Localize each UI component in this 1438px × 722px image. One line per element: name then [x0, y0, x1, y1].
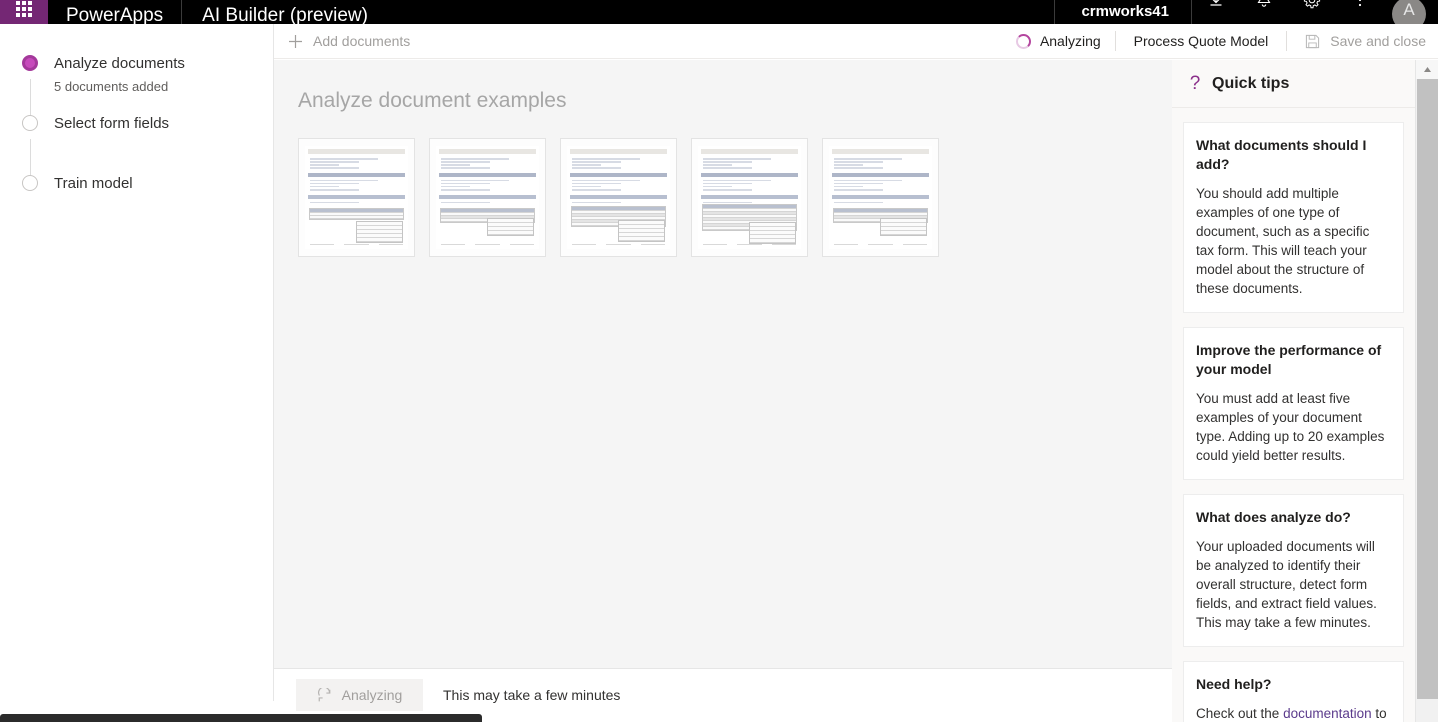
document-thumbnail-5[interactable] [822, 138, 939, 257]
document-preview [698, 146, 801, 249]
step-text: Select form fields [54, 114, 169, 133]
browser-download-shelf [0, 714, 482, 722]
document-thumbnail-list [274, 114, 1172, 257]
analyze-button[interactable]: Analyzing [296, 679, 423, 711]
save-disk-icon [1303, 34, 1321, 49]
wizard-sidebar: Analyze documents 5 documents added Sele… [0, 24, 274, 701]
refresh-icon [317, 687, 332, 703]
tip-body-after: to [1371, 706, 1387, 721]
wizard-step-analyze-documents[interactable]: Analyze documents 5 documents added [0, 54, 273, 114]
ellipsis-icon[interactable] [1336, 0, 1384, 24]
quick-tips-list: What documents should I add? You should … [1172, 108, 1415, 722]
analyzing-status: Analyzing [1004, 33, 1111, 49]
step-bullet-icon [22, 115, 40, 133]
tip-heading: Need help? [1196, 676, 1272, 692]
main-canvas: Analyze document examples [274, 60, 1172, 668]
download-icon[interactable] [1192, 0, 1240, 24]
waffle-grid [16, 1, 32, 17]
tip-body-before: Check out the [1196, 706, 1284, 721]
document-thumbnail-1[interactable] [298, 138, 415, 257]
suite-brand[interactable]: PowerApps [48, 6, 181, 25]
document-preview [436, 146, 539, 249]
question-mark-icon: ? [1189, 72, 1201, 94]
quick-tips-panel: ? Quick tips What documents should I add… [1172, 60, 1438, 722]
tip-heading: What documents should I add? [1196, 137, 1367, 172]
tip-card-what-does-analyze-do: What does analyze do? Your uploaded docu… [1183, 494, 1404, 647]
command-divider-2 [1286, 31, 1288, 51]
page-title: Analyze document examples [298, 89, 567, 112]
tip-body: You should add multiple examples of one … [1196, 186, 1370, 296]
avatar-initial: A [1403, 0, 1415, 19]
step-bullet-icon [22, 55, 40, 73]
spinner-icon [1015, 33, 1031, 49]
wizard-step-select-form-fields[interactable]: Select form fields [0, 114, 273, 174]
model-name-button[interactable]: Process Quote Model [1120, 33, 1283, 49]
command-divider-1 [1114, 31, 1116, 51]
avatar[interactable]: A [1392, 0, 1426, 24]
tip-heading: Improve the performance of your model [1196, 342, 1382, 377]
document-thumbnail-3[interactable] [560, 138, 677, 257]
tip-body: You must add at least five examples of y… [1196, 391, 1385, 463]
save-and-close-button[interactable]: Save and close [1291, 24, 1438, 58]
step-bullet-icon [22, 175, 40, 193]
tips-scrollbar[interactable] [1415, 60, 1438, 722]
environment-name[interactable]: crmworks41 [1055, 3, 1191, 21]
analyze-progress-note: This may take a few minutes [443, 687, 621, 703]
save-and-close-label: Save and close [1330, 33, 1426, 49]
step-title: Select form fields [54, 115, 170, 132]
step-text: Train model [54, 174, 133, 193]
analyzing-status-label: Analyzing [1039, 33, 1101, 49]
analyze-button-label: Analyzing [341, 687, 403, 703]
command-bar: Add documents Analyzing Process Quote Mo… [274, 24, 1438, 59]
step-title: Analyze documents [54, 55, 185, 72]
add-documents-label: Add documents [313, 33, 411, 49]
document-preview [829, 146, 932, 249]
step-text: Analyze documents 5 documents added [54, 54, 185, 95]
app-name[interactable]: AI Builder (preview) [182, 6, 388, 25]
tip-body: Your uploaded documents will be analyzed… [1196, 539, 1377, 630]
tip-card-need-help: Need help? Check out the documentation t… [1183, 661, 1404, 722]
tip-card-improve-performance: Improve the performance of your model Yo… [1183, 327, 1404, 480]
document-thumbnail-2[interactable] [429, 138, 546, 257]
app-root: PowerApps AI Builder (preview) crmworks4… [0, 0, 1438, 722]
app-launcher-icon[interactable] [0, 0, 48, 24]
plus-icon [286, 34, 304, 49]
document-thumbnail-4[interactable] [691, 138, 808, 257]
wizard-step-list: Analyze documents 5 documents added Sele… [0, 24, 273, 234]
scrollbar-thumb[interactable] [1417, 79, 1438, 699]
document-preview [305, 146, 408, 249]
step-title: Train model [54, 175, 133, 192]
document-preview [567, 146, 670, 249]
documentation-link[interactable]: documentation [1283, 706, 1372, 721]
step-subtitle: 5 documents added [54, 79, 169, 94]
scroll-up-arrow-icon[interactable] [1416, 60, 1438, 79]
tip-body: Check out the documentation to [1196, 704, 1391, 722]
tip-heading: What does analyze do? [1196, 509, 1351, 525]
add-documents-button[interactable]: Add documents [274, 24, 422, 58]
quick-tips-header: ? Quick tips [1172, 60, 1415, 108]
notification-bell-icon[interactable] [1240, 0, 1288, 24]
wizard-step-train-model[interactable]: Train model [0, 174, 273, 234]
suite-header: PowerApps AI Builder (preview) crmworks4… [0, 0, 1438, 24]
suite-icon-group: A [1192, 0, 1438, 24]
quick-tips-title: Quick tips [1212, 74, 1290, 92]
tip-card-what-documents: What documents should I add? You should … [1183, 122, 1404, 313]
gear-icon[interactable] [1288, 0, 1336, 24]
